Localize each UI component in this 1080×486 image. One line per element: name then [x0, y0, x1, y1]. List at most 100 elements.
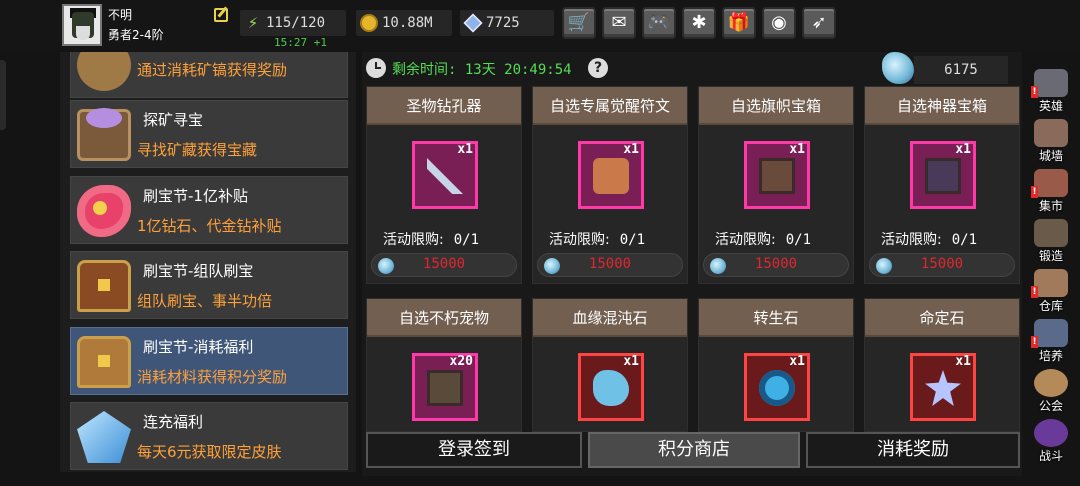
color-wheel-button[interactable]: ◉	[762, 7, 796, 39]
list-item-subtitle: 1亿钻石、代金钻补贴	[137, 217, 282, 235]
shop-button[interactable]: 🛒	[562, 7, 596, 39]
buy-button[interactable]: 15000	[869, 253, 1015, 277]
gem-counter[interactable]: 7725	[460, 10, 554, 36]
gamepad-button[interactable]: 🎮	[642, 7, 676, 39]
avatar[interactable]	[62, 4, 102, 46]
sidebar-item-training[interactable]: ! 培养	[1027, 318, 1075, 364]
shop-card[interactable]: 命定石 x1	[864, 298, 1020, 432]
sidebar-item-battle[interactable]: 战斗	[1027, 418, 1075, 464]
list-item-selected[interactable]: 刷宝节-消耗福利 消耗材料获得积分奖励	[70, 327, 348, 395]
sidebar-item-label: 集市	[1038, 199, 1063, 213]
sidebar-item-warehouse[interactable]: ! 仓库	[1027, 268, 1075, 314]
rune-scroll-icon	[593, 158, 629, 194]
list-item[interactable]: 通过消耗矿镐获得奖励	[70, 52, 348, 98]
shop-card[interactable]: 圣物钻孔器 x1 活动限购: 0/1 15000	[366, 86, 522, 284]
help-icon[interactable]: ?	[588, 58, 608, 78]
buy-button[interactable]: 15000	[703, 253, 849, 277]
gift-button[interactable]: 🎁	[722, 7, 756, 39]
edit-icon[interactable]	[214, 8, 228, 22]
shop-item-name: 自选旗帜宝箱	[699, 87, 853, 125]
list-item-subtitle: 通过消耗矿镐获得奖励	[137, 61, 288, 79]
diamond-icon	[463, 13, 483, 33]
list-item[interactable]: 探矿寻宝 寻找矿藏获得宝藏	[70, 100, 348, 168]
shop-item-name: 自选专属觉醒符文	[533, 87, 687, 125]
artifact-chest-icon	[925, 158, 961, 194]
shop-card[interactable]: 自选不朽宠物 x20	[366, 298, 522, 432]
tab-consume-rewards[interactable]: 消耗奖励	[806, 432, 1020, 468]
remaining-time: 剩余时间: 13天 20:49:54	[392, 62, 572, 78]
settings-button[interactable]: ✱	[682, 7, 716, 39]
item-slot[interactable]: x1	[578, 141, 644, 209]
tab-login-checkin[interactable]: 登录签到	[366, 432, 582, 468]
shop-card[interactable]: 自选神器宝箱 x1 活动限购: 0/1 15000	[864, 86, 1020, 284]
sidebar-item-wall[interactable]: 城墙	[1027, 118, 1075, 164]
red-chest-icon	[77, 260, 131, 312]
item-slot[interactable]: x1	[910, 353, 976, 421]
purchase-limit: 活动限购: 0/1	[383, 232, 480, 248]
list-item[interactable]: 连充福利 每天6元获取限定皮肤	[70, 402, 348, 470]
mail-icon: ✉	[611, 12, 627, 33]
item-quantity: x1	[457, 142, 473, 157]
item-slot[interactable]: x1	[744, 141, 810, 209]
fate-stone-icon	[925, 370, 961, 406]
sidebar-item-heroes[interactable]: ! 英雄	[1027, 68, 1075, 114]
crystal-icon	[77, 411, 131, 463]
sidebar-item-label: 培养	[1038, 349, 1063, 363]
wall-icon	[1034, 119, 1068, 147]
shop-item-name: 圣物钻孔器	[367, 87, 521, 125]
list-item[interactable]: 刷宝节-1亿补贴 1亿钻石、代金钻补贴	[70, 176, 348, 244]
list-item[interactable]: 刷宝节-组队刷宝 组队刷宝、事半功倍	[70, 251, 348, 319]
anvil-icon	[1034, 219, 1068, 247]
item-slot[interactable]: x1	[412, 141, 478, 209]
gold-value: 10.88M	[382, 15, 433, 31]
list-item-subtitle: 组队刷宝、事半功倍	[137, 292, 273, 310]
energy-counter[interactable]: ⚡ 115/120	[240, 10, 346, 36]
helmet-icon	[1034, 69, 1068, 97]
gold-counter[interactable]: 10.88M	[356, 10, 452, 36]
sidebar-item-label: 英雄	[1038, 99, 1063, 113]
price: 15000	[920, 256, 964, 272]
color-wheel-icon: ◉	[771, 12, 787, 33]
shop-card[interactable]: 自选专属觉醒符文 x1 活动限购: 0/1 15000	[532, 86, 688, 284]
rebirth-stone-icon	[759, 370, 795, 406]
shop-card[interactable]: 血缘混沌石 x1	[532, 298, 688, 432]
gold-coin-icon	[360, 14, 378, 32]
sidebar-item-forge[interactable]: 锻造	[1027, 218, 1075, 264]
gamepad-icon: 🎮	[647, 12, 671, 33]
mail-button[interactable]: ✉	[602, 7, 636, 39]
item-quantity: x1	[789, 354, 805, 369]
purchase-limit: 活动限购: 0/1	[881, 232, 978, 248]
item-slot[interactable]: x1	[578, 353, 644, 421]
item-slot[interactable]: x20	[412, 353, 478, 421]
item-quantity: x1	[955, 142, 971, 157]
item-slot[interactable]: x1	[910, 141, 976, 209]
side-drawer-handle[interactable]	[0, 60, 6, 130]
list-item-title: 刷宝节-1亿补贴	[143, 187, 248, 205]
avatar-beard	[76, 26, 90, 40]
buy-button[interactable]: 15000	[371, 253, 517, 277]
tab-points-shop[interactable]: 积分商店	[588, 432, 800, 468]
shop-item-name: 转生石	[699, 299, 853, 337]
price: 15000	[422, 256, 466, 272]
price: 15000	[754, 256, 798, 272]
clock-icon	[366, 58, 386, 78]
item-quantity: x1	[623, 354, 639, 369]
item-slot[interactable]: x1	[744, 353, 810, 421]
sidebar-item-guild[interactable]: 公会	[1027, 368, 1075, 414]
list-item-title: 刷宝节-消耗福利	[143, 338, 254, 356]
sidebar-item-label: 仓库	[1038, 299, 1063, 313]
shop-card[interactable]: 转生石 x1	[698, 298, 854, 432]
chaos-stone-icon	[593, 370, 629, 406]
sidebar-item-market[interactable]: ! 集市	[1027, 168, 1075, 214]
feather-icon: ➶	[811, 12, 827, 33]
shop-item-name: 自选不朽宠物	[367, 299, 521, 337]
list-item-subtitle: 每天6元获取限定皮肤	[137, 443, 282, 461]
buy-button[interactable]: 15000	[537, 253, 683, 277]
trophy-icon	[1034, 319, 1068, 347]
shop-card[interactable]: 自选旗帜宝箱 x1 活动限购: 0/1 15000	[698, 86, 854, 284]
player-level: 勇者2-4阶	[108, 28, 164, 42]
list-item-title: 连充福利	[143, 413, 204, 431]
sidebar-item-label: 城墙	[1038, 149, 1063, 163]
feather-button[interactable]: ➶	[802, 7, 836, 39]
purchase-limit: 活动限购: 0/1	[549, 232, 646, 248]
